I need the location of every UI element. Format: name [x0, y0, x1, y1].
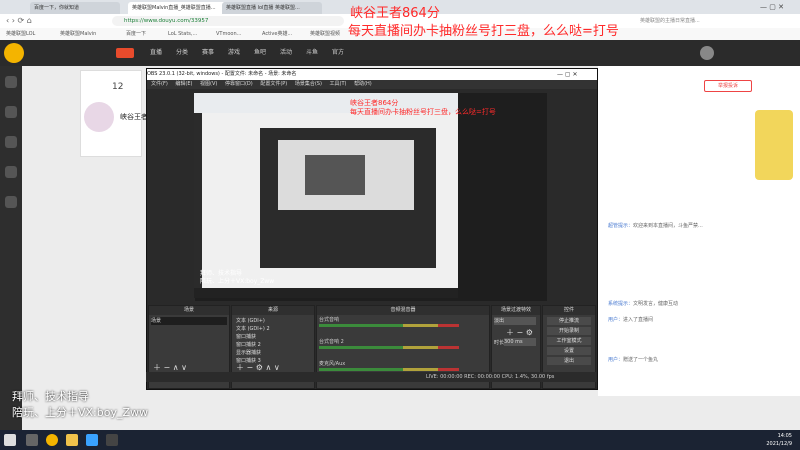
- audio-meter: [319, 368, 459, 371]
- transition-add-remove-icons[interactable]: ＋ − ⚙: [506, 327, 533, 338]
- clock-date: 2021/12/9: [766, 441, 792, 447]
- bookmark[interactable]: LoL Stats,...: [168, 28, 197, 40]
- fans-count: 12: [112, 82, 124, 92]
- left-rail: [0, 66, 22, 430]
- nav-item[interactable]: 直播: [150, 40, 162, 66]
- audio-meter: [319, 324, 459, 327]
- preview-bottom-text-2: 陪玩、上分＋VX:boy_Zww: [200, 278, 275, 285]
- overlay-bottom-text-2: 陪玩、上分＋VX:boy_Zww: [12, 406, 149, 419]
- task-view-icon[interactable]: [26, 434, 38, 446]
- overlay-line: 每天直播间办卡抽粉丝号打三盘，么么哒=打号: [348, 24, 619, 39]
- windows-taskbar: [0, 430, 800, 450]
- tab-lol-live[interactable]: 英雄联盟直播 lol直播 英雄联盟...: [222, 2, 322, 14]
- user-avatar[interactable]: [700, 46, 714, 60]
- menu-view[interactable]: 视图(V): [200, 81, 217, 87]
- menu-edit[interactable]: 编辑(E): [175, 81, 192, 87]
- chat-line: 用户：进入了直播间: [608, 317, 654, 323]
- menu-scene-collection[interactable]: 场景集合(S): [295, 81, 322, 87]
- window-controls[interactable]: — ▢ ✕: [760, 2, 796, 12]
- scene-item[interactable]: 场景: [151, 317, 227, 325]
- source-item[interactable]: 窗口捕获 2: [236, 341, 261, 348]
- obs-menu: 文件(F) 编辑(E) 视图(V) 停靠窗口(D) 配置文件(P) 场景集合(S…: [147, 80, 597, 89]
- mixer-header: 音频混音器: [317, 306, 489, 315]
- follow-icon[interactable]: [5, 76, 17, 88]
- bookmark[interactable]: 英雄联盟LOL: [6, 28, 35, 40]
- report-button[interactable]: 举报投诉: [704, 80, 752, 92]
- preview-taskbar: [194, 288, 458, 298]
- scenes-header: 场景: [149, 306, 229, 315]
- start-icon[interactable]: [4, 434, 16, 446]
- settings-button[interactable]: 设置: [547, 347, 591, 355]
- audio-meter: [319, 346, 459, 349]
- category-icon[interactable]: [5, 136, 17, 148]
- chat-line: 超管提示：欢迎来到本直播间，斗鱼严禁...: [608, 223, 703, 229]
- preview-inner-obs: [305, 155, 365, 195]
- nav-item[interactable]: 游戏: [228, 40, 240, 66]
- brand-badge[interactable]: [116, 48, 134, 58]
- nav-item[interactable]: 鱼吧: [254, 40, 266, 66]
- start-recording-button[interactable]: 开始录制: [547, 327, 591, 335]
- bookmark[interactable]: VTmoon...: [216, 28, 241, 40]
- studio-mode-button[interactable]: 工作室模式: [547, 337, 591, 345]
- obs-window-controls[interactable]: — ▢ ✕: [557, 69, 597, 80]
- duration-label: 时长: [494, 340, 505, 346]
- duration-input[interactable]: 300 ms: [504, 338, 536, 346]
- bookmark[interactable]: 百度一下: [126, 28, 146, 40]
- game-icon[interactable]: [5, 166, 17, 178]
- recommend-icon[interactable]: [5, 106, 17, 118]
- video-icon[interactable]: [5, 196, 17, 208]
- bookmark[interactable]: 英雄联盟Malvin: [60, 28, 96, 40]
- url-input[interactable]: https://www.douyu.com/33957: [112, 16, 344, 26]
- obs-status-text: LIVE: 00:00:00 REC: 00:00:00 CPU: 1.4%, …: [426, 374, 555, 380]
- menu-docks[interactable]: 停靠窗口(D): [225, 81, 253, 87]
- rank-badge[interactable]: [755, 110, 793, 180]
- mixer-channel: 麦克风/Aux: [319, 361, 346, 367]
- anchor-name: 峡谷王者: [120, 113, 148, 121]
- nav-item[interactable]: 活动: [280, 40, 292, 66]
- menu-help[interactable]: 帮助(H): [354, 81, 372, 87]
- menu-tools[interactable]: 工具(T): [330, 81, 347, 87]
- sources-header: 来源: [232, 306, 314, 315]
- obs-title: OBS 23.0.1 (32-bit, windows) - 配置文件: 未命名…: [147, 69, 597, 80]
- transition-select[interactable]: 淡出: [494, 317, 536, 325]
- overlay-title: 峡谷王者864分: [350, 6, 440, 21]
- source-item[interactable]: 文本 (GDI+): [236, 317, 265, 324]
- overlay-bottom-text-1: 拜师、技术指导: [12, 390, 89, 403]
- bookmark[interactable]: Active英雄...: [262, 28, 292, 40]
- anchor-avatar[interactable]: [84, 102, 114, 132]
- obs-status-bar: LIVE: 00:00:00 REC: 00:00:00 CPU: 1.4%, …: [146, 372, 596, 382]
- menu-profile[interactable]: 配置文件(P): [260, 81, 287, 87]
- tab-baidu[interactable]: 百度一下，你就知道: [30, 2, 120, 14]
- nav-back-forward-icon[interactable]: ‹ › ⟳ ⌂: [6, 16, 32, 25]
- douyu-logo[interactable]: [4, 43, 24, 63]
- source-item[interactable]: 文本 (GDI+) 2: [236, 325, 270, 332]
- mixer-channel: 台式音响 2: [319, 339, 344, 345]
- menu-file[interactable]: 文件(F): [151, 81, 168, 87]
- obs-icon[interactable]: [106, 434, 118, 446]
- transitions-header: 场景过渡特效: [492, 306, 540, 315]
- site-nav: 直播 分类 赛事 游戏 鱼吧 活动 斗鱼 官方: [0, 40, 800, 66]
- source-item[interactable]: 窗口捕获: [236, 333, 256, 340]
- nav-item[interactable]: 赛事: [202, 40, 214, 66]
- clock-time: 14:05: [777, 433, 792, 439]
- tab-douyu-malvin[interactable]: 英雄联盟Malvin直播_英雄联盟直播...: [128, 2, 226, 14]
- app-icon[interactable]: [86, 434, 98, 446]
- mixer-channel: 台式音响: [319, 317, 340, 323]
- nav-item[interactable]: 分类: [176, 40, 188, 66]
- stop-streaming-button[interactable]: 停止推流: [547, 317, 591, 325]
- chrome-icon[interactable]: [46, 434, 58, 446]
- bookmark[interactable]: 英雄联盟视频: [310, 28, 340, 40]
- nav-item[interactable]: 官方: [332, 40, 344, 66]
- controls-header: 控件: [543, 306, 595, 315]
- folder-icon[interactable]: [66, 434, 78, 446]
- search-hint[interactable]: 英雄联盟的主播日常直播...: [640, 16, 700, 26]
- source-item[interactable]: 显示器捕获: [236, 349, 261, 356]
- chat-line: 系统提示：文明发言，健康互动: [608, 301, 679, 307]
- exit-button[interactable]: 退出: [547, 357, 591, 365]
- taskbar-clock[interactable]: 14:05 2021/12/9: [742, 432, 792, 448]
- chat-line: 用户：赠送了一个鱼丸: [608, 357, 659, 363]
- preview-overlay-line: 每天直播间办卡抽粉丝号打三盘，么么哒=打号: [350, 108, 496, 116]
- nav-item[interactable]: 斗鱼: [306, 40, 318, 66]
